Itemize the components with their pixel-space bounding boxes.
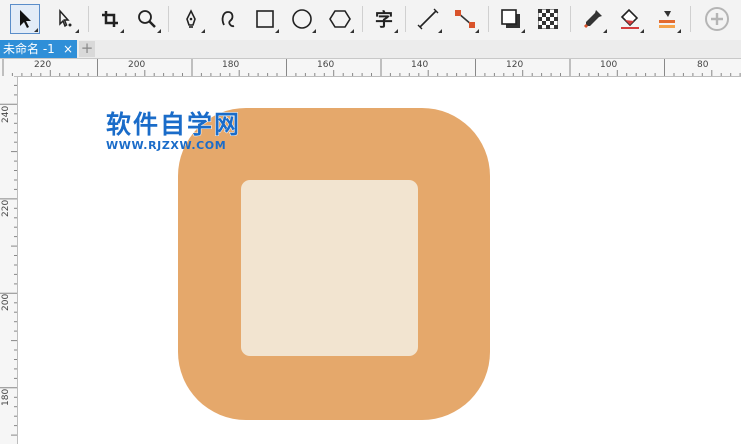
toolbar-separator xyxy=(405,6,406,32)
parallel-dimension-tool[interactable] xyxy=(413,4,443,34)
new-document-tab-button[interactable]: + xyxy=(79,41,95,57)
toolbar-separator xyxy=(88,6,89,32)
flyout-indicator xyxy=(475,29,479,33)
toolbar-separator xyxy=(168,6,169,32)
freehand-tool[interactable] xyxy=(176,4,206,34)
flyout-indicator xyxy=(201,29,205,33)
ruler-label: 200 xyxy=(1,293,11,311)
flyout-indicator xyxy=(312,29,316,33)
zoom-tool[interactable] xyxy=(132,4,162,34)
watermark-title: 软件自学网 xyxy=(106,110,242,140)
transparency-tool[interactable] xyxy=(533,4,563,34)
watermark-url: WWW.RJZXW.COM xyxy=(106,139,227,152)
ruler-label: 120 xyxy=(506,60,524,70)
ruler-label: 160 xyxy=(317,60,335,70)
drop-shadow-icon xyxy=(501,9,520,28)
crop-tool[interactable] xyxy=(95,4,125,34)
flyout-indicator xyxy=(521,29,525,33)
rectangle-tool[interactable] xyxy=(250,4,280,34)
horizontal-ruler[interactable]: 220 200 180 160 140 120 100 80 xyxy=(0,59,741,77)
close-icon[interactable]: × xyxy=(63,40,73,58)
smart-fill-icon xyxy=(659,11,675,28)
ruler-label: 180 xyxy=(1,388,11,406)
crop-icon xyxy=(102,11,118,27)
artistic-media-tool[interactable] xyxy=(214,4,244,34)
pick-tool[interactable] xyxy=(10,4,40,34)
ruler-label: 220 xyxy=(1,199,11,217)
ruler-label: 180 xyxy=(222,60,240,70)
color-eyedropper-tool[interactable] xyxy=(578,4,608,34)
toolbar-separator xyxy=(362,6,363,32)
plus-circle-icon xyxy=(705,7,729,31)
arrow-pointer-icon xyxy=(20,10,31,28)
inner-rounded-rectangle[interactable] xyxy=(241,180,418,356)
smart-fill-tool[interactable] xyxy=(652,4,682,34)
paint-bucket-icon xyxy=(620,8,639,29)
flyout-indicator xyxy=(350,29,354,33)
flyout-indicator xyxy=(677,29,681,33)
ruler-label: 200 xyxy=(128,60,146,70)
node-edit-icon xyxy=(59,9,72,28)
checkerboard-icon xyxy=(538,9,558,29)
polygon-tool[interactable] xyxy=(325,4,355,34)
toolbar-separator xyxy=(690,6,691,32)
eyedropper-icon xyxy=(583,10,602,29)
toolbox: 字 xyxy=(0,0,741,41)
magnifier-icon xyxy=(138,10,156,28)
pen-nib-icon xyxy=(186,9,196,28)
document-tab-bar: 未命名 -1 × + xyxy=(0,40,741,59)
ellipse-icon xyxy=(292,9,312,29)
ruler-label: 140 xyxy=(411,60,429,70)
toolbar-separator xyxy=(570,6,571,32)
site-watermark: 软件自学网 WWW.RJZXW.COM xyxy=(106,110,266,152)
brush-stroke-icon xyxy=(221,11,235,28)
connector-tool[interactable] xyxy=(450,4,480,34)
hexagon-icon xyxy=(329,10,351,28)
horizontal-ruler-ticks xyxy=(2,59,741,76)
ruler-label: 240 xyxy=(1,105,11,123)
rectangle-icon xyxy=(256,10,274,28)
flyout-indicator xyxy=(438,29,442,33)
ruler-label: 220 xyxy=(34,60,52,70)
drop-shadow-tool[interactable] xyxy=(496,4,526,34)
flyout-indicator xyxy=(640,29,644,33)
add-tool-button[interactable] xyxy=(702,4,732,34)
document-tab[interactable]: 未命名 -1 × xyxy=(0,40,77,58)
flyout-indicator xyxy=(75,29,79,33)
flyout-indicator xyxy=(275,29,279,33)
shape-tool[interactable] xyxy=(50,4,80,34)
vertical-ruler[interactable]: 240 220 200 180 xyxy=(0,76,18,444)
document-tab-title: 未命名 -1 xyxy=(3,42,55,56)
flyout-indicator xyxy=(603,29,607,33)
flyout-indicator xyxy=(120,29,124,33)
flyout-indicator xyxy=(34,28,38,32)
ruler-label: 100 xyxy=(600,60,618,70)
text-tool[interactable]: 字 xyxy=(369,4,399,34)
connector-icon xyxy=(455,10,475,28)
ellipse-tool[interactable] xyxy=(287,4,317,34)
toolbar-separator xyxy=(488,6,489,32)
text-icon: 字 xyxy=(375,10,393,31)
ruler-label: 80 xyxy=(697,60,709,70)
dimension-line-icon xyxy=(417,8,439,30)
interactive-fill-tool[interactable] xyxy=(615,4,645,34)
flyout-indicator xyxy=(157,29,161,33)
flyout-indicator xyxy=(394,29,398,33)
